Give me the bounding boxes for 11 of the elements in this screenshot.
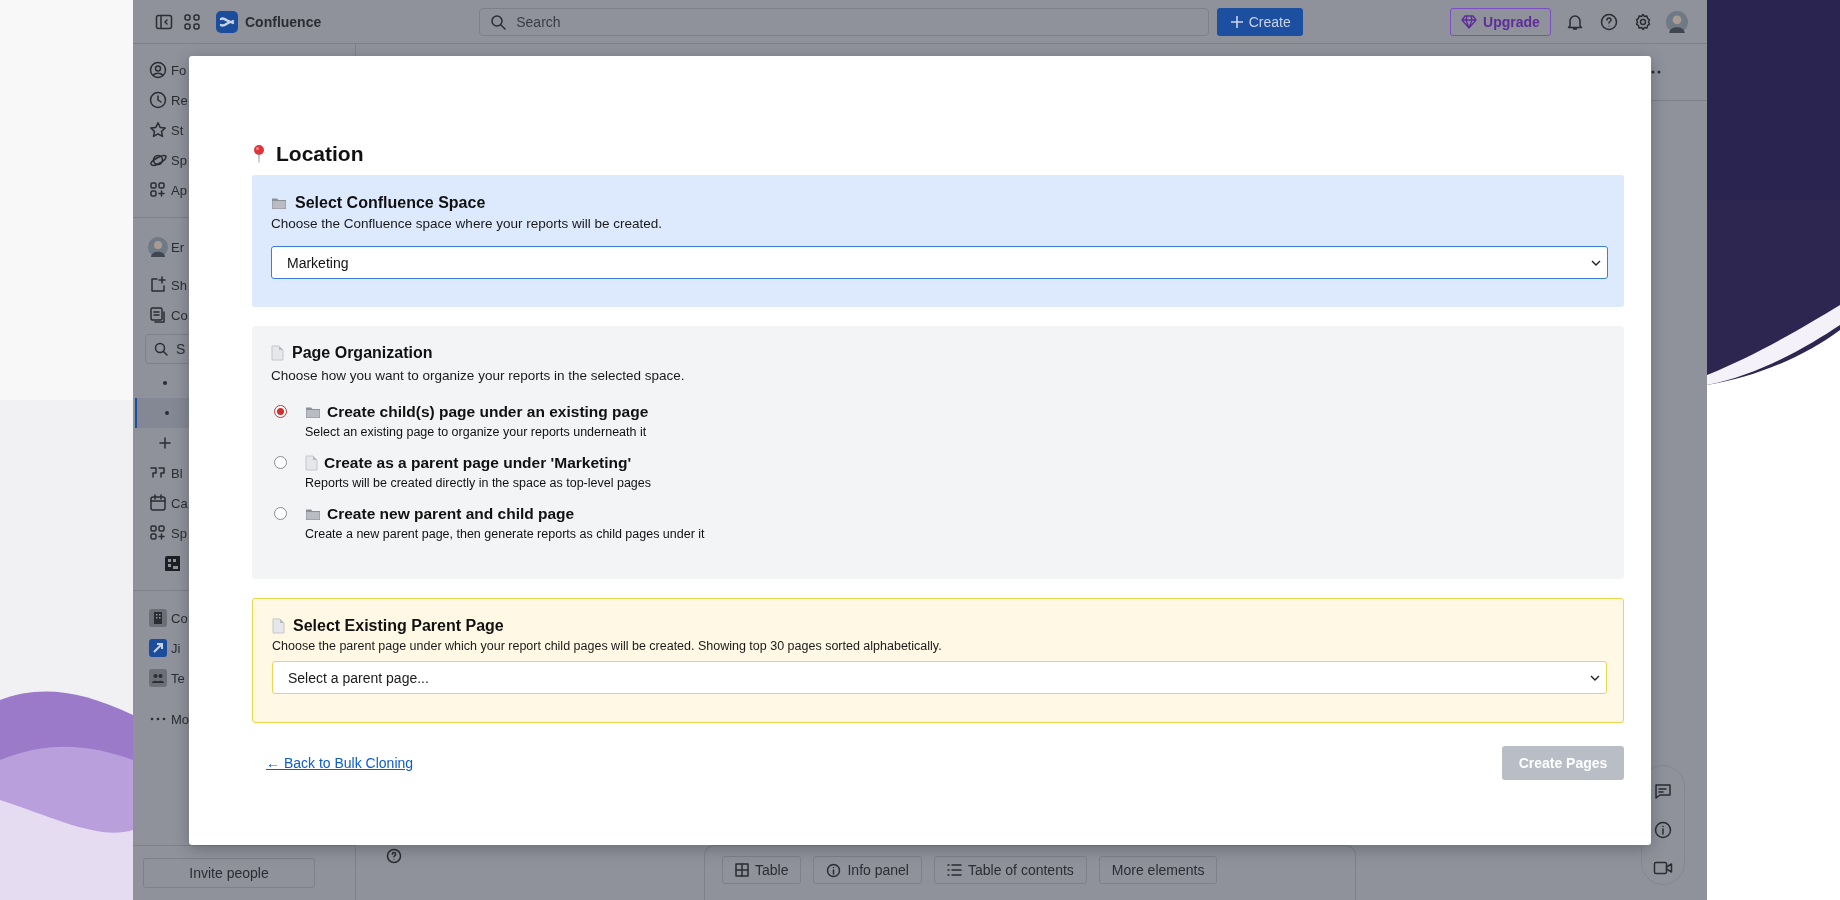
section-heading: Select Existing Parent Page <box>293 617 504 635</box>
section-heading: Select Confluence Space <box>295 194 486 212</box>
section-description: Choose how you want to organize your reports in the selected space. <box>271 368 686 385</box>
section-description: Choose the parent page under which your report child pages will be created. Showing top 30 pages sorted alphabetically. <box>272 639 943 655</box>
option-description: Reports will be created directly in the space as top-level pages <box>305 476 651 490</box>
product-name: Confluence <box>245 13 322 30</box>
section-heading: Page Organization <box>292 344 433 362</box>
section-title: Location <box>276 142 364 166</box>
option-description: Create a new parent page, then generate reports as child pages under it <box>305 527 705 541</box>
option-description: Select an existing page to organize your reports underneath it <box>305 425 647 439</box>
section-description: Choose the Confluence space where your reports will be created. <box>271 216 663 233</box>
